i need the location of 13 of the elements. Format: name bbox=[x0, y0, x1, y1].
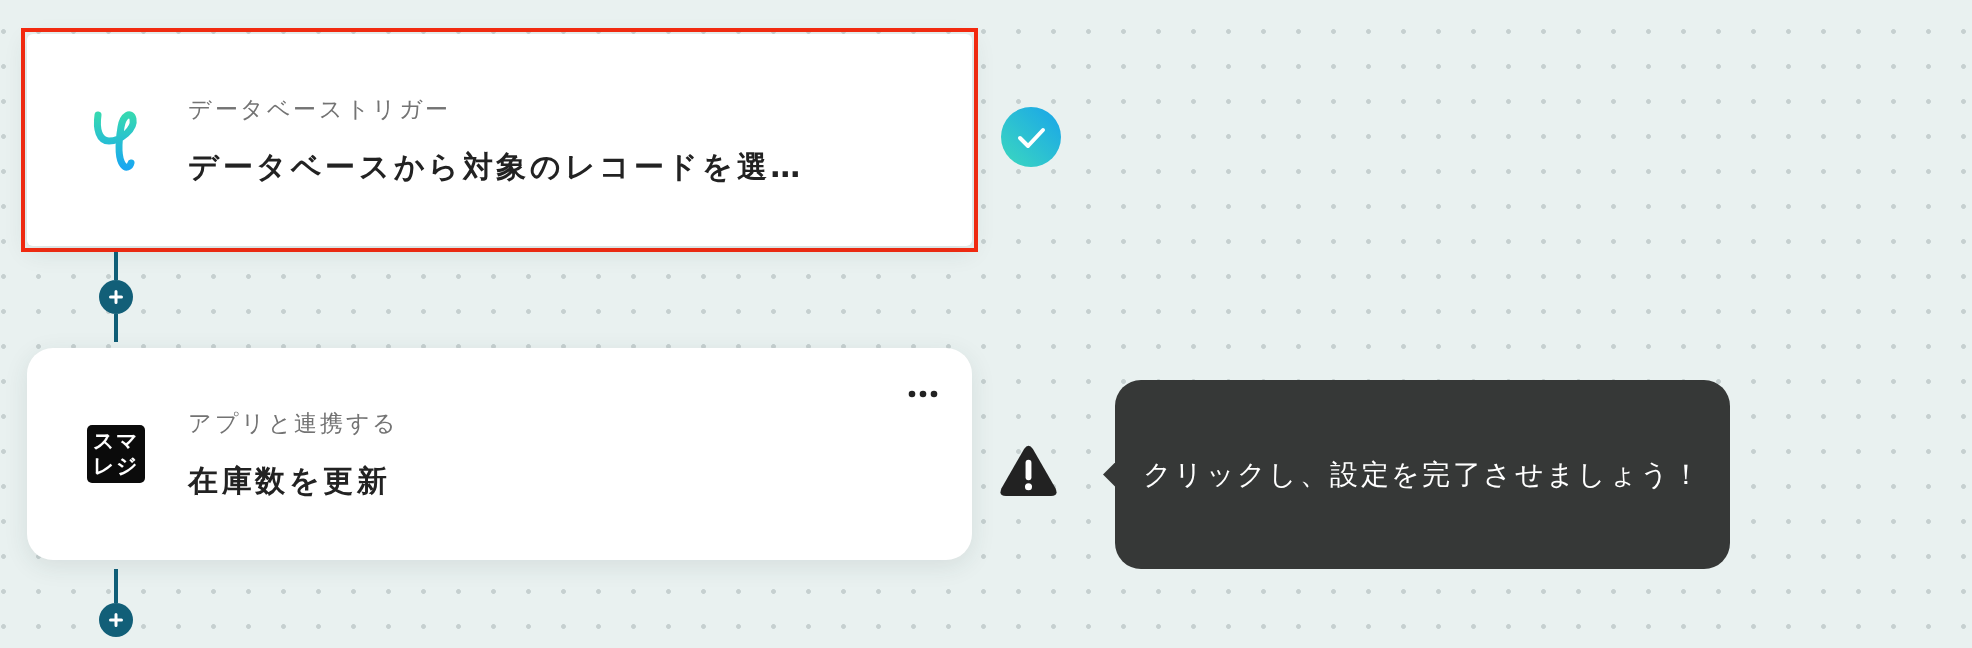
step-card[interactable]: データベーストリガー データベースから対象のレコードを選… bbox=[27, 34, 972, 246]
plus-icon bbox=[109, 290, 123, 304]
app-logo: スマ レジ bbox=[87, 425, 145, 483]
step-category: アプリと連携する bbox=[188, 409, 400, 438]
add-step-button[interactable] bbox=[99, 603, 133, 637]
more-icon[interactable] bbox=[908, 390, 938, 398]
step-card[interactable]: スマ レジ アプリと連携する 在庫数を更新 bbox=[27, 348, 972, 560]
step-category: データベーストリガー bbox=[188, 95, 452, 124]
add-step-button[interactable] bbox=[99, 280, 133, 314]
tooltip: クリックし、設定を完了させましょう！ bbox=[1103, 380, 1730, 569]
step-title: データベースから対象のレコードを選… bbox=[188, 148, 805, 186]
plus-icon bbox=[109, 613, 123, 627]
step-title: 在庫数を更新 bbox=[188, 462, 392, 500]
